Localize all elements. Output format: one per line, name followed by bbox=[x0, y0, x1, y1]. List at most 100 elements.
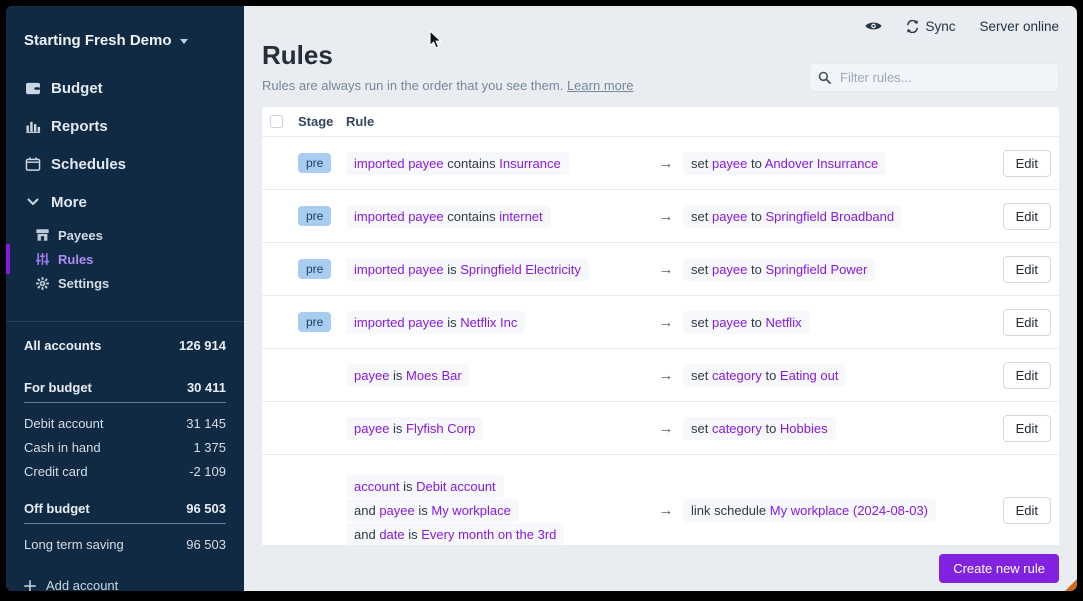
privacy-eye-button[interactable] bbox=[865, 20, 882, 32]
account-label: Long term saving bbox=[24, 537, 124, 552]
server-status[interactable]: Server online bbox=[979, 19, 1059, 34]
search-icon bbox=[818, 71, 831, 84]
account-balance: 126 914 bbox=[179, 338, 226, 353]
account-group-header[interactable]: For budget 30 411 bbox=[24, 380, 226, 403]
rule-action-chip: set category to Hobbies bbox=[683, 417, 836, 440]
rule-condition-chip: and payee is My workplace bbox=[346, 499, 519, 522]
arrow-right-icon: → bbox=[649, 155, 683, 172]
create-new-rule-button[interactable]: Create new rule bbox=[939, 554, 1059, 583]
rule-action-chip: set payee to Springfield Power bbox=[683, 258, 875, 281]
sidebar-item-schedules[interactable]: Schedules bbox=[6, 145, 244, 183]
table-row[interactable]: pre imported payee is Springfield Electri… bbox=[262, 243, 1059, 296]
page-subtitle: Rules are always run in the order that y… bbox=[262, 78, 633, 93]
edit-button[interactable]: Edit bbox=[1003, 497, 1051, 524]
topbar: Sync Server online bbox=[262, 6, 1059, 36]
sidebar-nav: Budget Reports Schedules More bbox=[6, 69, 244, 221]
rule-condition-chip: imported payee is Netflix Inc bbox=[346, 311, 525, 334]
main-content: Sync Server online Rules Rules are alway… bbox=[244, 6, 1077, 591]
sidebar: Starting Fresh Demo Budget Reports S bbox=[6, 6, 244, 591]
account-balance: 1 375 bbox=[193, 440, 226, 455]
page-header: Rules Rules are always run in the order … bbox=[262, 40, 1059, 93]
sidebar-item-reports[interactable]: Reports bbox=[6, 107, 244, 145]
account-label: Cash in hand bbox=[24, 440, 101, 455]
sidebar-item-label: More bbox=[51, 194, 87, 211]
account-label: All accounts bbox=[24, 338, 101, 353]
account-group-header[interactable]: Off budget 96 503 bbox=[24, 501, 226, 524]
plus-icon bbox=[24, 580, 36, 592]
sidebar-item-label: Rules bbox=[58, 252, 93, 267]
rule-action-chip: set payee to Andover Insurrance bbox=[683, 152, 886, 175]
sidebar-item-payees[interactable]: Payees bbox=[6, 223, 244, 247]
rule-condition-chip: payee is Moes Bar bbox=[346, 364, 470, 387]
sync-button[interactable]: Sync bbox=[906, 19, 955, 34]
edit-button[interactable]: Edit bbox=[1003, 256, 1051, 283]
filter-rules-input[interactable] bbox=[838, 69, 1050, 86]
filter-rules-input-wrap bbox=[809, 63, 1059, 92]
sidebar-item-label: Schedules bbox=[51, 156, 126, 173]
rules-table-body: preimported payee contains Insurrance→se… bbox=[262, 137, 1059, 545]
stage-badge: pre bbox=[298, 259, 331, 279]
rule-condition-chip: account is Debit account bbox=[346, 475, 504, 498]
sidebar-item-budget[interactable]: Budget bbox=[6, 69, 244, 107]
eye-icon bbox=[865, 20, 882, 32]
budget-file-name: Starting Fresh Demo bbox=[24, 32, 172, 49]
sidebar-item-label: Budget bbox=[51, 80, 103, 97]
account-label: Credit card bbox=[24, 464, 88, 479]
rule-condition-chip: and date is Every month on the 3rd bbox=[346, 523, 564, 545]
account-row[interactable]: Debit account 31 145 bbox=[24, 411, 226, 435]
bar-chart-icon bbox=[24, 120, 41, 133]
table-row[interactable]: payee is Moes Bar →set category to Eating… bbox=[262, 349, 1059, 402]
account-row[interactable]: Long term saving 96 503 bbox=[24, 532, 226, 556]
rule-condition-chip: imported payee is Springfield Electricit… bbox=[346, 258, 589, 281]
stage-badge: pre bbox=[298, 206, 331, 226]
account-group-off-budget: Off budget 96 503 Long term saving 96 50… bbox=[24, 501, 226, 556]
table-row[interactable]: preimported payee contains Insurrance→se… bbox=[262, 137, 1059, 190]
edit-button[interactable]: Edit bbox=[1003, 203, 1051, 230]
rule-condition-chip: imported payee contains internet bbox=[346, 205, 551, 228]
table-row[interactable]: pre imported payee contains internet →set … bbox=[262, 190, 1059, 243]
sidebar-item-rules[interactable]: Rules bbox=[6, 247, 244, 271]
sync-icon bbox=[906, 20, 919, 33]
rule-action-chip: set payee to Netflix bbox=[683, 311, 810, 334]
edit-button[interactable]: Edit bbox=[1003, 415, 1051, 442]
account-row[interactable]: Cash in hand 1 375 bbox=[24, 435, 226, 459]
select-all-checkbox[interactable] bbox=[270, 115, 283, 128]
add-account-label: Add account bbox=[46, 578, 118, 591]
sidebar-item-more[interactable]: More bbox=[6, 183, 244, 221]
arrow-right-icon: → bbox=[649, 502, 683, 519]
column-header-stage: Stage bbox=[298, 114, 346, 129]
gear-icon bbox=[35, 277, 49, 290]
account-group-balance: 30 411 bbox=[187, 380, 226, 395]
rule-action-chip: link schedule My workplace (2024-08-03) bbox=[683, 499, 936, 522]
rule-action-chip: set payee to Springfield Broadband bbox=[683, 205, 902, 228]
table-row[interactable]: account is Debit accountand payee is My … bbox=[262, 455, 1059, 545]
account-balance: 96 503 bbox=[186, 537, 226, 552]
resize-corner[interactable] bbox=[1065, 579, 1077, 591]
store-icon bbox=[35, 229, 49, 241]
calendar-icon bbox=[24, 157, 41, 171]
arrow-right-icon: → bbox=[649, 208, 683, 225]
arrow-right-icon: → bbox=[649, 420, 683, 437]
column-header-rule: Rule bbox=[346, 114, 649, 129]
add-account-button[interactable]: Add account bbox=[24, 578, 226, 591]
footer-bar: Create new rule bbox=[262, 545, 1059, 591]
edit-button[interactable]: Edit bbox=[1003, 150, 1051, 177]
account-label: Debit account bbox=[24, 416, 104, 431]
account-group-label: For budget bbox=[24, 380, 92, 395]
account-row[interactable]: Credit card -2 109 bbox=[24, 459, 226, 483]
table-row[interactable]: preimported payee is Netflix Inc→set pay… bbox=[262, 296, 1059, 349]
learn-more-link[interactable]: Learn more bbox=[567, 78, 633, 93]
stage-badge: pre bbox=[298, 312, 331, 332]
table-row[interactable]: payee is Flyfish Corp→set category to Ho… bbox=[262, 402, 1059, 455]
sidebar-item-label: Settings bbox=[58, 276, 109, 291]
sidebar-item-label: Payees bbox=[58, 228, 103, 243]
sidebar-subnav: Payees Rules Settings bbox=[6, 223, 244, 295]
stage-badge: pre bbox=[298, 153, 331, 173]
sidebar-item-settings[interactable]: Settings bbox=[6, 271, 244, 295]
edit-button[interactable]: Edit bbox=[1003, 309, 1051, 336]
rule-action-chip: set category to Eating out bbox=[683, 364, 846, 387]
arrow-right-icon: → bbox=[649, 367, 683, 384]
all-accounts-row[interactable]: All accounts 126 914 bbox=[24, 334, 226, 356]
edit-button[interactable]: Edit bbox=[1003, 362, 1051, 389]
budget-file-menu[interactable]: Starting Fresh Demo bbox=[24, 32, 226, 49]
